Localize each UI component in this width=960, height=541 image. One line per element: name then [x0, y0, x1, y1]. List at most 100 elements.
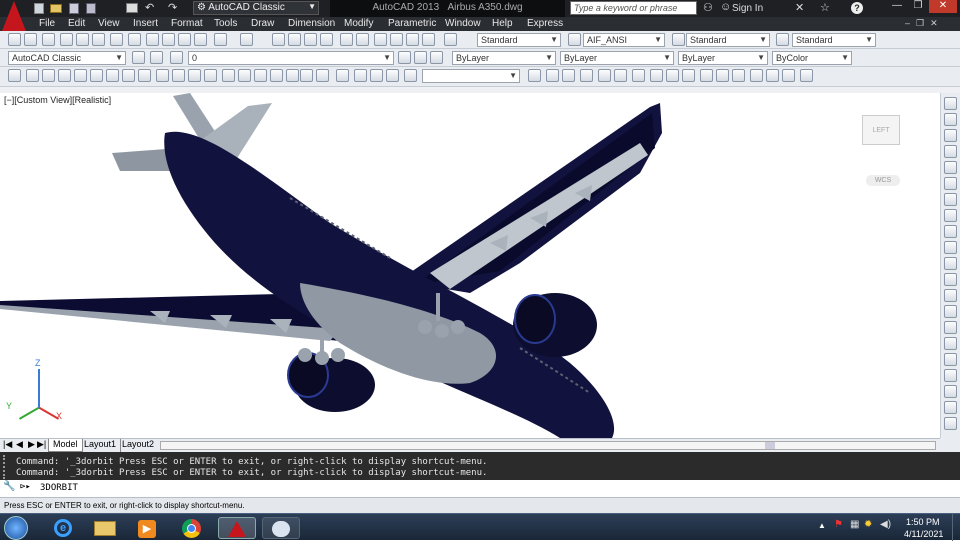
wrench-icon[interactable]: 🔧	[3, 481, 15, 492]
autocad-logo-icon[interactable]	[2, 1, 26, 31]
array-icon[interactable]	[944, 161, 957, 174]
polyline-icon[interactable]	[42, 69, 55, 82]
tool-palettes-icon[interactable]	[356, 33, 369, 46]
internet-explorer-icon[interactable]: e	[48, 517, 78, 539]
quickcalc-icon[interactable]	[406, 33, 419, 46]
point-icon[interactable]	[222, 69, 235, 82]
spline-icon[interactable]	[138, 69, 151, 82]
zoom-icon[interactable]	[370, 69, 383, 82]
menu-help[interactable]: Help	[492, 18, 513, 29]
dimension-style-dropdown[interactable]: AIF_ANSI ▼	[583, 33, 665, 47]
fillet-icon[interactable]	[944, 337, 957, 350]
dim-edit-icon[interactable]	[800, 69, 813, 82]
angular-icon[interactable]	[650, 69, 663, 82]
offset-icon[interactable]	[944, 145, 957, 158]
plotstyle-dropdown[interactable]: ByColor ▼	[772, 51, 852, 65]
jogged-icon[interactable]	[614, 69, 627, 82]
layer-state-icon[interactable]	[170, 51, 183, 64]
quick-access-new-icon[interactable]	[34, 3, 44, 14]
properties-palette-icon[interactable]	[944, 385, 957, 398]
qleader-icon[interactable]	[716, 69, 729, 82]
search-input[interactable]: Type a keyword or phrase	[570, 1, 697, 15]
move-icon[interactable]	[944, 177, 957, 190]
block-editor-icon[interactable]	[178, 33, 191, 46]
zoom-window-icon[interactable]	[288, 33, 301, 46]
sheet-set-icon[interactable]	[374, 33, 387, 46]
text-style-icon[interactable]	[444, 33, 457, 46]
text-style-dropdown[interactable]: Standard ▼	[477, 33, 561, 47]
command-input[interactable]: 3DORBIT	[40, 483, 78, 493]
menu-draw[interactable]: Draw	[251, 18, 274, 29]
plot-icon[interactable]	[60, 33, 73, 46]
gradient-icon[interactable]	[254, 69, 267, 82]
paint-icon[interactable]	[262, 517, 300, 539]
construction-line-icon[interactable]	[26, 69, 39, 82]
break-icon[interactable]	[944, 289, 957, 302]
multileader-style-icon[interactable]	[776, 33, 789, 46]
line-icon[interactable]	[8, 69, 21, 82]
layer-palette-icon[interactable]	[944, 401, 957, 414]
ellipse-arc-icon[interactable]	[172, 69, 185, 82]
star-icon[interactable]: ☆	[820, 1, 830, 14]
drawing-viewport[interactable]: [−][Custom View][Realistic] LEFT WCS Z Y…	[0, 93, 940, 438]
baseline-icon[interactable]	[682, 69, 695, 82]
ucs-menu[interactable]: WCS	[866, 175, 900, 186]
mirror-icon[interactable]	[944, 129, 957, 142]
first-tab-icon[interactable]: |◀	[3, 439, 12, 450]
match-properties-icon[interactable]	[162, 33, 175, 46]
quick-access-save-icon[interactable]	[69, 3, 79, 14]
multiline-text-icon[interactable]	[300, 69, 313, 82]
make-block-icon[interactable]	[204, 69, 217, 82]
menu-parametric[interactable]: Parametric	[388, 18, 436, 29]
menu-window[interactable]: Window	[445, 18, 481, 29]
undo-list-icon[interactable]	[194, 33, 207, 46]
sign-in-link[interactable]: Sign In	[732, 3, 763, 14]
add-selected-icon[interactable]	[316, 69, 329, 82]
quick-access-plot-icon[interactable]	[126, 3, 138, 13]
workspace-dropdown[interactable]: ⚙ AutoCAD Classic ▼	[193, 1, 319, 15]
properties-icon[interactable]	[320, 33, 333, 46]
aligned-dim-icon[interactable]	[546, 69, 559, 82]
polygon-icon[interactable]	[58, 69, 71, 82]
arc-icon[interactable]	[90, 69, 103, 82]
menu-format[interactable]: Format	[171, 18, 203, 29]
linetype-dropdown[interactable]: ByLayer ▼	[560, 51, 674, 65]
tool-palette-icon[interactable]	[944, 417, 957, 430]
scale-icon[interactable]	[944, 209, 957, 222]
copy-icon[interactable]	[944, 113, 957, 126]
command-input-bar[interactable]: 🔧 ⊳▸ 3DORBIT	[0, 480, 960, 497]
design-center-icon[interactable]	[340, 33, 353, 46]
tab-layout1[interactable]: Layout1	[80, 439, 122, 452]
quick-access-open-icon[interactable]	[50, 4, 62, 13]
start-button[interactable]	[4, 516, 28, 540]
zoom-realtime-icon[interactable]	[272, 33, 285, 46]
binoculars-icon[interactable]: ⚇	[703, 1, 713, 14]
orbit-icon[interactable]	[354, 69, 367, 82]
document-window-controls[interactable]: –❐✕	[905, 18, 944, 29]
rectangle-icon[interactable]	[74, 69, 87, 82]
rotate-icon[interactable]	[944, 193, 957, 206]
help-icon[interactable]	[422, 33, 435, 46]
ordinate-icon[interactable]	[580, 69, 593, 82]
menu-edit[interactable]: Edit	[68, 18, 85, 29]
paste-icon[interactable]	[146, 33, 159, 46]
menu-dimension[interactable]: Dimension	[288, 18, 335, 29]
layer-state-manager-icon[interactable]	[430, 51, 443, 64]
menu-file[interactable]: File	[39, 18, 55, 29]
menu-tools[interactable]: Tools	[214, 18, 237, 29]
jogged-linear-icon[interactable]	[782, 69, 795, 82]
radius-icon[interactable]	[598, 69, 611, 82]
menu-express[interactable]: Express	[527, 18, 563, 29]
dim-style-icon[interactable]	[568, 33, 581, 46]
help-icon[interactable]: ?	[851, 2, 863, 14]
save-icon[interactable]	[42, 33, 55, 46]
prev-tab-icon[interactable]: ◀	[16, 439, 23, 450]
exchange-icon[interactable]: ✕	[795, 1, 804, 14]
zoom-previous-icon[interactable]	[404, 69, 417, 82]
user-icon[interactable]: ☺	[720, 1, 731, 13]
power-icon[interactable]: ✹	[864, 519, 872, 530]
diameter-icon[interactable]	[632, 69, 645, 82]
action-center-icon[interactable]: ⚑	[834, 519, 843, 530]
erase-icon[interactable]	[944, 97, 957, 110]
trim-icon[interactable]	[944, 241, 957, 254]
